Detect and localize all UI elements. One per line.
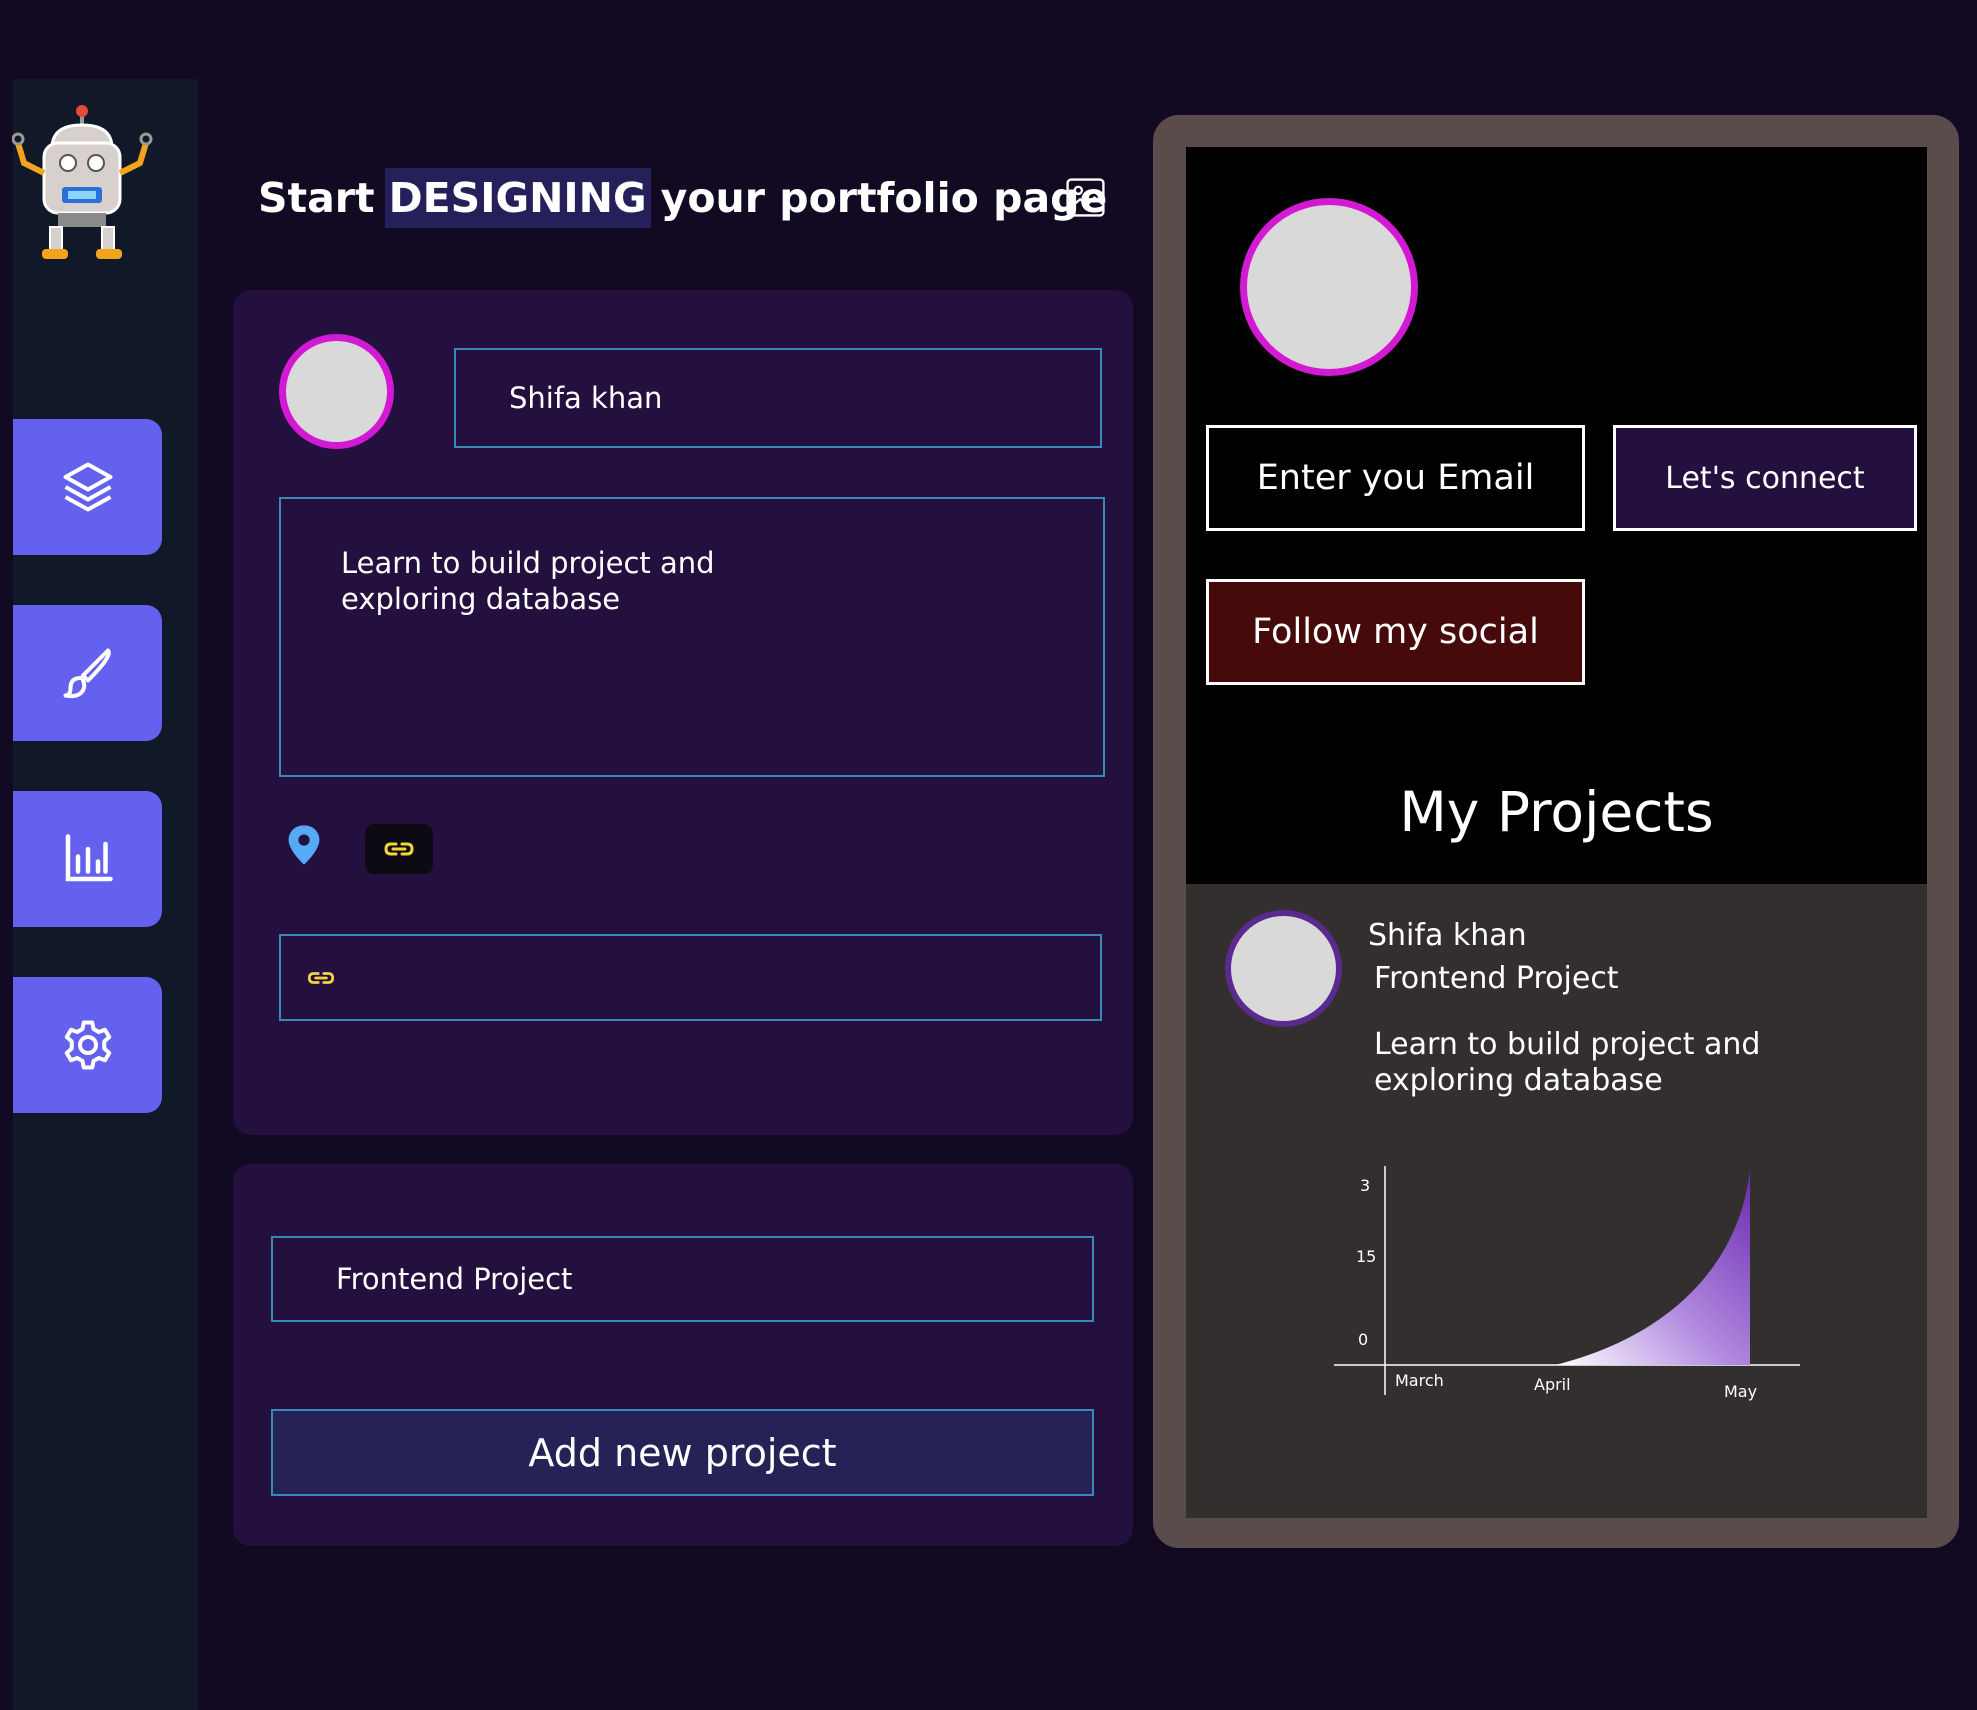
bio-line-2: exploring database — [341, 582, 621, 616]
project-chart: 3 15 0 March April May — [1334, 1166, 1800, 1401]
name-input[interactable]: Shifa khan — [454, 348, 1102, 448]
add-link-button[interactable] — [365, 824, 433, 874]
location-pin-icon[interactable] — [287, 824, 321, 866]
bio-line-1: Learn to build project and — [341, 546, 715, 580]
gear-icon — [64, 1020, 111, 1070]
page-title: Start DESIGNING your portfolio page — [258, 158, 1107, 238]
name-input-value: Shifa khan — [509, 381, 663, 415]
title-prefix: Start — [258, 174, 375, 222]
add-project-button[interactable]: Add new project — [271, 1409, 1094, 1496]
sidebar-item-settings[interactable] — [13, 977, 162, 1113]
image-upload-icon[interactable] — [1064, 176, 1107, 219]
project-name-value: Frontend Project — [336, 1262, 573, 1296]
sidebar-item-design[interactable] — [13, 605, 162, 741]
email-button[interactable]: Enter you Email — [1206, 425, 1585, 531]
sidebar-item-analytics[interactable] — [13, 791, 162, 927]
connect-button-label: Let's connect — [1665, 460, 1865, 496]
add-project-label: Add new project — [528, 1430, 837, 1475]
desc-line-1: Learn to build project and — [1374, 1027, 1761, 1062]
x-tick-label: May — [1724, 1382, 1757, 1401]
title-highlight: DESIGNING — [384, 168, 651, 228]
project-card-name: Shifa khan — [1368, 918, 1527, 953]
project-name-input[interactable]: Frontend Project — [271, 1236, 1094, 1322]
x-tick-label: April — [1534, 1375, 1571, 1394]
projects-title: My Projects — [1399, 780, 1714, 844]
link-icon — [384, 842, 414, 856]
sidebar-item-layers[interactable] — [13, 419, 162, 555]
project-card-title: Frontend Project — [1374, 961, 1619, 996]
y-tick-label: 0 — [1358, 1330, 1368, 1349]
desc-line-2: exploring database — [1374, 1063, 1663, 1098]
bio-textarea[interactable]: Learn to build project and exploring dat… — [279, 497, 1105, 777]
connect-button[interactable]: Let's connect — [1613, 425, 1917, 531]
title-suffix: your portfolio page — [660, 174, 1108, 222]
social-button-label: Follow my social — [1252, 612, 1539, 652]
area-series — [1555, 1170, 1750, 1365]
y-tick-label: 15 — [1356, 1247, 1376, 1266]
link-icon — [307, 971, 335, 984]
project-avatar — [1225, 910, 1342, 1027]
preview-avatar — [1240, 198, 1418, 376]
profile-avatar[interactable] — [279, 334, 394, 449]
email-button-label: Enter you Email — [1256, 458, 1535, 498]
y-tick-label: 3 — [1360, 1176, 1370, 1195]
brush-icon — [63, 648, 111, 699]
x-tick-label: March — [1395, 1371, 1444, 1390]
project-card-description: Learn to build project and exploring dat… — [1374, 1027, 1760, 1099]
chart-icon — [65, 834, 113, 882]
robot-logo-icon — [11, 103, 164, 263]
layers-icon — [63, 462, 112, 512]
link-input[interactable] — [279, 934, 1102, 1021]
social-button[interactable]: Follow my social — [1206, 579, 1585, 685]
